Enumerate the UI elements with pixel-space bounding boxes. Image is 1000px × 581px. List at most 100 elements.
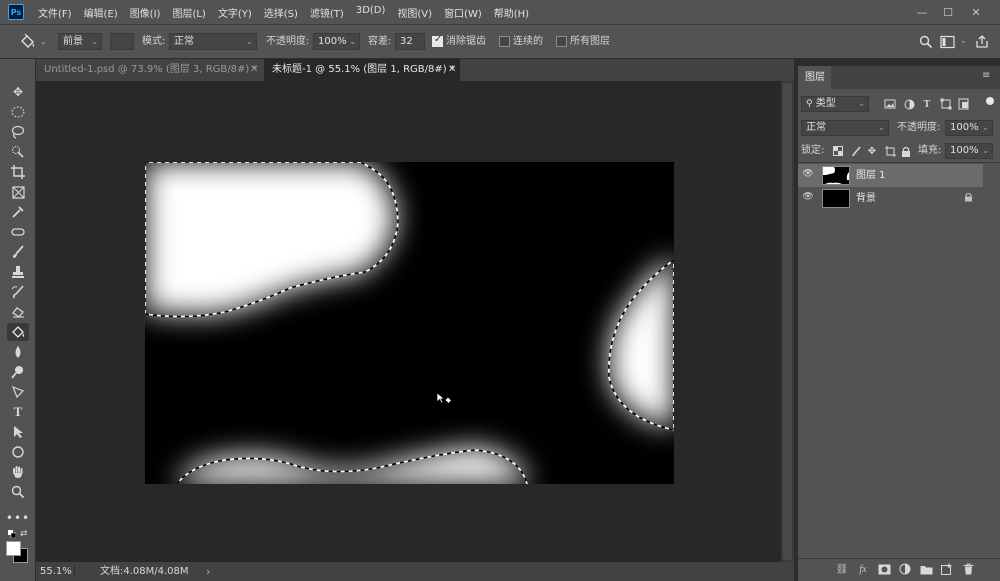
- more-tools-icon[interactable]: •••: [6, 509, 29, 527]
- tolerance-label: 容差:: [368, 36, 392, 47]
- layers-scroll-area[interactable]: [983, 164, 1000, 554]
- crop-tool-icon[interactable]: [7, 163, 29, 181]
- lock-position-icon[interactable]: ✥: [866, 145, 878, 157]
- contiguous-checkbox[interactable]: [499, 36, 510, 47]
- history-brush-tool-icon[interactable]: [7, 283, 29, 301]
- ellipse-tool-icon[interactable]: [7, 443, 29, 461]
- document-canvas[interactable]: [145, 162, 674, 484]
- menu-item[interactable]: 文字(Y): [218, 5, 252, 20]
- layer-name: 图层 1: [856, 170, 886, 181]
- opacity-input[interactable]: 100% ⌄: [313, 33, 360, 50]
- filter-value: 类型: [815, 98, 836, 109]
- filter-smart-object-icon[interactable]: [958, 98, 970, 110]
- fill-input[interactable]: 100% ⌄: [945, 143, 993, 159]
- move-tool-icon[interactable]: ✥: [7, 83, 29, 101]
- panel-header-strip: [798, 59, 1000, 66]
- new-group-icon[interactable]: [919, 562, 933, 576]
- mode-select[interactable]: 正常 ⌄: [169, 33, 257, 50]
- status-menu-arrow-icon[interactable]: ›: [206, 562, 210, 581]
- close-button[interactable]: ✕: [966, 3, 986, 21]
- menu-item[interactable]: 选择(S): [264, 5, 298, 20]
- menu-item[interactable]: 文件(F): [38, 5, 72, 20]
- zoom-level[interactable]: 55.1%: [40, 562, 72, 581]
- zoom-tool-icon[interactable]: [7, 483, 29, 501]
- fx-icon[interactable]: fx: [856, 562, 870, 576]
- menu-item[interactable]: 窗口(W): [444, 5, 482, 20]
- search-icon[interactable]: [919, 35, 933, 49]
- default-colors-icon[interactable]: [8, 530, 17, 539]
- new-layer-icon[interactable]: [940, 562, 954, 576]
- menu-item[interactable]: 视图(V): [397, 5, 432, 20]
- all-layers-checkbox[interactable]: [556, 36, 567, 47]
- paint-bucket-tool-icon[interactable]: [7, 323, 29, 341]
- delete-layer-icon[interactable]: [961, 562, 975, 576]
- menu-item[interactable]: 3D(D): [356, 5, 386, 20]
- filter-type-icon[interactable]: T: [921, 98, 933, 110]
- layer-row[interactable]: 👁 图层 1: [798, 164, 983, 187]
- dodge-tool-icon[interactable]: [7, 363, 29, 381]
- layer-opacity-input[interactable]: 100% ⌄: [945, 120, 993, 136]
- menu-item[interactable]: 滤镜(T): [310, 5, 344, 20]
- menu-item[interactable]: 帮助(H): [494, 5, 529, 20]
- eyedropper-tool-icon[interactable]: [7, 203, 29, 221]
- pen-tool-icon[interactable]: [7, 383, 29, 401]
- new-adjustment-layer-icon[interactable]: [898, 562, 912, 576]
- add-mask-icon[interactable]: [877, 562, 891, 576]
- type-tool-icon[interactable]: T: [7, 403, 29, 421]
- tool-preset-chevron-down-icon[interactable]: ⌄: [40, 37, 47, 46]
- quick-selection-tool-icon[interactable]: [7, 143, 29, 161]
- frame-tool-icon[interactable]: [7, 183, 29, 201]
- eraser-tool-icon[interactable]: [7, 303, 29, 321]
- filter-shape-icon[interactable]: [940, 98, 952, 110]
- lock-transparent-pixels-icon[interactable]: [832, 145, 844, 157]
- menu-item[interactable]: 图像(I): [130, 5, 161, 20]
- tab-untitled-1-psd[interactable]: Untitled-1.psd @ 73.9% (图层 3, RGB/8#) * …: [36, 59, 264, 81]
- paint-bucket-icon[interactable]: [18, 33, 38, 51]
- close-tab-icon[interactable]: ✕: [448, 59, 456, 81]
- lock-artboard-icon[interactable]: [884, 145, 896, 157]
- canvas-image: [145, 162, 674, 484]
- lock-icon[interactable]: [964, 192, 973, 205]
- brush-tool-icon[interactable]: [7, 243, 29, 261]
- minimize-button[interactable]: —: [912, 3, 932, 21]
- maximize-button[interactable]: ☐: [938, 3, 958, 21]
- lock-all-icon[interactable]: [900, 145, 912, 157]
- blend-mode-select[interactable]: 正常 ⌄: [801, 120, 889, 136]
- link-layers-icon[interactable]: ⛓: [835, 562, 849, 576]
- spot-healing-tool-icon[interactable]: [7, 223, 29, 241]
- eye-icon[interactable]: 👁: [802, 169, 814, 181]
- layer-filter-select[interactable]: ⚲ 类型 ⌄: [801, 96, 869, 112]
- layer-row[interactable]: 👁 背景: [798, 187, 983, 210]
- share-icon[interactable]: [975, 34, 989, 49]
- mode-value: 正常: [174, 36, 194, 47]
- hand-tool-icon[interactable]: [7, 463, 29, 481]
- menu-item[interactable]: 编辑(E): [84, 5, 118, 20]
- menu-item[interactable]: 图层(L): [172, 5, 205, 20]
- swap-colors-icon[interactable]: ⇄: [20, 529, 28, 539]
- tab-untitled-1[interactable]: 未标题-1 @ 55.1% (图层 1, RGB/8#) * ✕: [264, 59, 460, 81]
- workspace-chevron-down-icon[interactable]: ⌄: [960, 36, 967, 45]
- lasso-tool-icon[interactable]: [7, 123, 29, 141]
- opacity-label: 不透明度:: [266, 36, 310, 47]
- fill-source-select[interactable]: 前景 ⌄: [58, 33, 102, 50]
- blur-tool-icon[interactable]: [7, 343, 29, 361]
- chevron-down-icon: ⌄: [91, 37, 98, 46]
- clone-stamp-tool-icon[interactable]: [7, 263, 29, 281]
- filter-toggle-icon[interactable]: [986, 97, 994, 105]
- filter-adjustment-icon[interactable]: [903, 98, 915, 110]
- tolerance-input[interactable]: 32: [395, 33, 425, 50]
- filter-pixel-icon[interactable]: [884, 98, 896, 110]
- path-selection-tool-icon[interactable]: [7, 423, 29, 441]
- eye-icon[interactable]: 👁: [802, 192, 814, 204]
- panel-menu-icon[interactable]: ≡: [982, 70, 990, 81]
- chevron-down-icon: ⌄: [982, 123, 989, 132]
- scrollbar-thumb[interactable]: [783, 83, 792, 560]
- close-tab-icon[interactable]: ✕: [250, 59, 258, 81]
- antialias-checkbox[interactable]: [432, 34, 443, 47]
- pattern-picker[interactable]: [110, 33, 134, 50]
- foreground-color-swatch[interactable]: [6, 541, 21, 556]
- lock-image-pixels-icon[interactable]: [850, 145, 862, 157]
- tab-layers[interactable]: 图层: [798, 66, 831, 89]
- workspace-layout-icon[interactable]: [940, 35, 956, 49]
- marquee-tool-icon[interactable]: [7, 103, 29, 121]
